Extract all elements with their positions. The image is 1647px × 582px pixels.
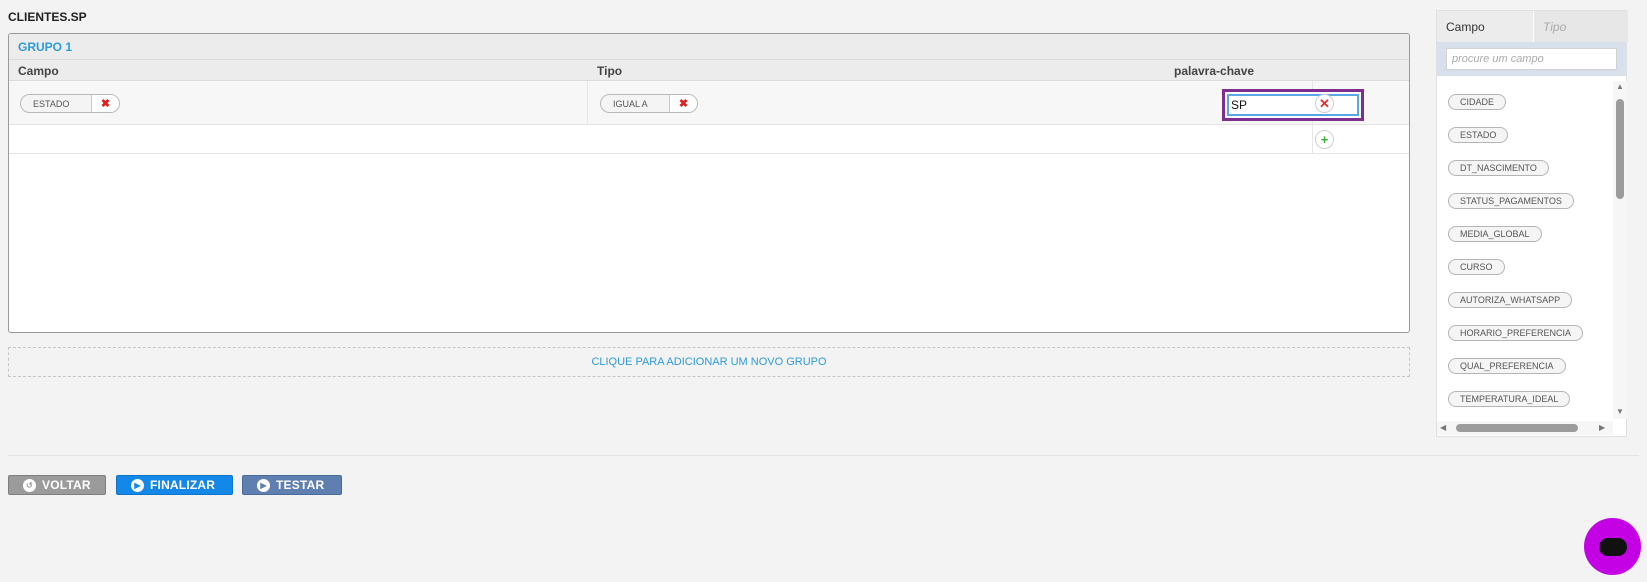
field-item[interactable]: TEMPERATURA_IDEAL — [1448, 391, 1571, 407]
field-item[interactable]: AUTORIZA_WHATSAPP — [1448, 292, 1573, 308]
finalizar-button[interactable]: ▶ FINALIZAR — [116, 475, 233, 495]
undo-circle-icon: ↺ — [23, 478, 36, 492]
vertical-scroll-thumb[interactable] — [1616, 99, 1624, 199]
tipo-value: IGUAL A — [613, 98, 648, 109]
field-list: CIDADE ESTADO DT_NASCIMENTO STATUS_PAGAM… — [1437, 81, 1613, 419]
testar-label: TESTAR — [276, 478, 325, 492]
group-title: GRUPO 1 — [18, 39, 73, 54]
column-header-tipo: Tipo — [597, 64, 623, 78]
horizontal-scroll-thumb[interactable] — [1456, 424, 1578, 432]
field-item[interactable]: HORARIO_PREFERENCIA — [1448, 325, 1584, 341]
cell-divider — [587, 81, 588, 124]
column-header-campo: Campo — [18, 64, 59, 78]
vertical-scrollbar[interactable]: ▲ ▼ — [1613, 81, 1627, 419]
column-header-row: Campo Tipo palavra-chave — [9, 60, 1409, 81]
scroll-left-icon[interactable]: ◀ — [1440, 423, 1446, 432]
divider — [8, 455, 1639, 456]
field-item[interactable]: CURSO — [1448, 259, 1505, 275]
voltar-label: VOLTAR — [42, 478, 91, 492]
tab-tipo[interactable]: Tipo — [1533, 11, 1628, 42]
group-header: GRUPO 1 — [9, 34, 1409, 60]
chat-button[interactable] — [1584, 518, 1641, 575]
search-input[interactable] — [1446, 48, 1617, 70]
palavra-chave-input[interactable] — [1227, 94, 1359, 116]
delete-rule-button[interactable]: ✕ — [1315, 94, 1334, 113]
chat-icon — [1598, 537, 1627, 556]
field-panel: Campo Tipo CIDADE ESTADO DT_NASCIMENTO S… — [1436, 10, 1628, 437]
field-item[interactable]: MEDIA_GLOBAL — [1448, 226, 1542, 242]
search-wrapper — [1437, 42, 1626, 76]
field-item[interactable]: STATUS_PAGAMENTOS — [1448, 193, 1574, 209]
scroll-down-icon[interactable]: ▼ — [1616, 407, 1624, 416]
testar-button[interactable]: ▶ TESTAR — [242, 475, 342, 495]
horizontal-scrollbar[interactable]: ◀ ▶ — [1437, 421, 1613, 435]
panel-tabs: Campo Tipo — [1437, 11, 1628, 42]
field-item[interactable]: DT_NASCIMENTO — [1448, 160, 1549, 176]
scroll-up-icon[interactable]: ▲ — [1616, 82, 1624, 91]
tab-campo[interactable]: Campo — [1437, 11, 1533, 42]
palavra-chave-wrapper — [1222, 89, 1364, 121]
play-circle-icon: ▶ — [131, 478, 144, 492]
field-item[interactable]: ESTADO — [1448, 127, 1509, 143]
play-circle-icon: ▶ — [257, 478, 270, 492]
rule-group: GRUPO 1 Campo Tipo palavra-chave ESTADO … — [8, 33, 1410, 333]
tipo-pill: IGUAL A ✖ — [600, 94, 698, 113]
field-item[interactable]: CIDADE — [1448, 94, 1507, 110]
page-title: CLIENTES.SP — [8, 10, 87, 24]
cell-divider — [1312, 125, 1313, 153]
add-rule-row: + — [9, 125, 1409, 154]
remove-tipo-icon[interactable]: ✖ — [669, 95, 697, 112]
voltar-button[interactable]: ↺ VOLTAR — [8, 475, 106, 495]
campo-pill: ESTADO ✖ — [20, 94, 120, 113]
finalizar-label: FINALIZAR — [150, 478, 216, 492]
scroll-right-icon[interactable]: ▶ — [1599, 423, 1605, 432]
column-header-palavra-chave: palavra-chave — [1174, 64, 1255, 78]
rule-row: ESTADO ✖ IGUAL A ✖ ✕ — [9, 81, 1409, 125]
campo-value: ESTADO — [33, 98, 70, 109]
add-rule-button[interactable]: + — [1315, 130, 1334, 149]
remove-campo-icon[interactable]: ✖ — [91, 95, 119, 112]
field-item[interactable]: QUAL_PREFERENCIA — [1448, 358, 1566, 374]
add-group-button[interactable]: CLIQUE PARA ADICIONAR UM NOVO GRUPO — [8, 347, 1410, 377]
